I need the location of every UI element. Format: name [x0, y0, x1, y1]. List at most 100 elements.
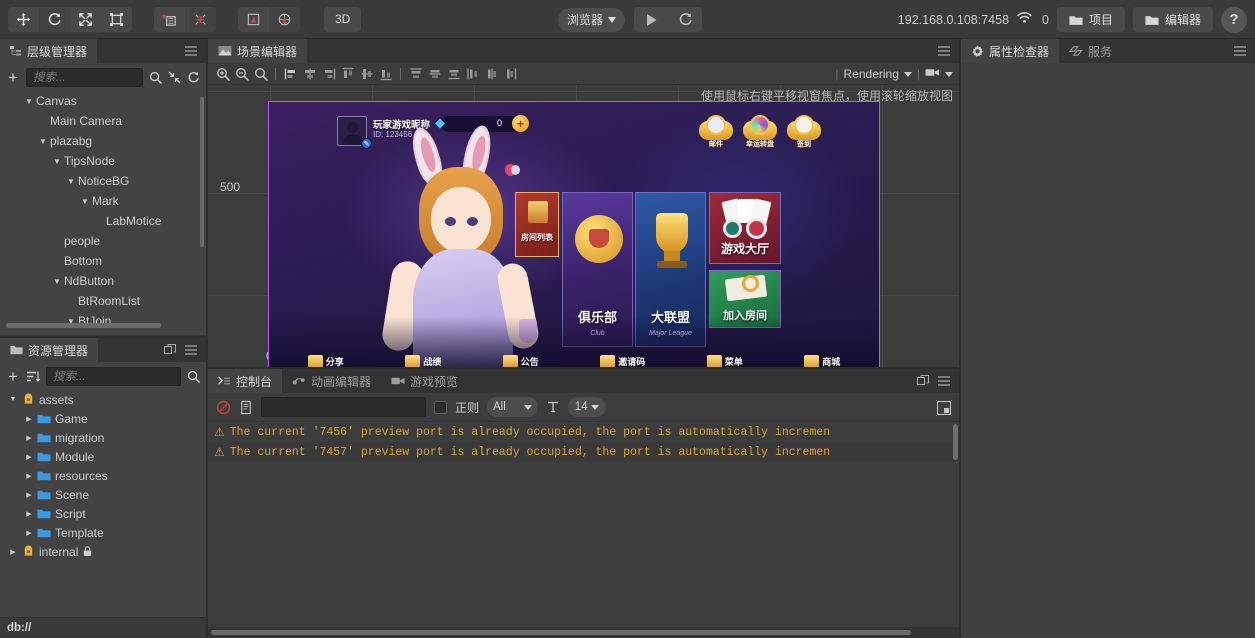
- add-asset-button[interactable]: +: [6, 368, 20, 385]
- notice-button[interactable]: 公告: [503, 355, 539, 368]
- console-vertical-scrollbar[interactable]: [953, 424, 958, 460]
- hierarchy-node[interactable]: ▼LabMotice: [0, 211, 206, 231]
- hierarchy-horizontal-scrollbar[interactable]: [6, 323, 161, 328]
- help-button[interactable]: ?: [1221, 7, 1247, 33]
- mail-icon[interactable]: 邮件: [699, 113, 733, 147]
- distribute-h-top-icon[interactable]: [407, 65, 424, 83]
- assets-popout-icon[interactable]: [164, 344, 176, 356]
- asset-item[interactable]: ▶resources: [0, 466, 206, 485]
- console-log-row[interactable]: ⚠The current '7457' preview port is alre…: [208, 442, 959, 462]
- assets-search-input[interactable]: 搜索...: [46, 367, 181, 386]
- tab-scene-editor[interactable]: 场景编辑器: [208, 39, 307, 63]
- clear-console-icon[interactable]: [216, 400, 231, 415]
- tab-console[interactable]: 控制台: [208, 369, 282, 393]
- global-coord-tool[interactable]: [269, 7, 300, 32]
- font-size-dropdown[interactable]: 14: [568, 397, 606, 417]
- invite-code-button[interactable]: 邀请码: [600, 355, 645, 368]
- align-left-icon[interactable]: [282, 65, 299, 83]
- lucky-wheel-icon[interactable]: 幸运转盘: [743, 113, 777, 147]
- console-log-row[interactable]: ⚠The current '7456' preview port is alre…: [208, 422, 959, 442]
- collapse-logs-icon[interactable]: [937, 401, 951, 415]
- hierarchy-node[interactable]: ▼plazabg: [0, 131, 206, 151]
- game-canvas-preview[interactable]: ✎ 玩家游戏昵称 ID: 123456 ◆ 0 + 邮件: [268, 101, 880, 377]
- tab-hierarchy[interactable]: 层级管理器: [0, 39, 97, 63]
- tab-services[interactable]: 服务: [1059, 39, 1122, 63]
- collapse-all-icon[interactable]: [168, 71, 181, 84]
- hierarchy-node[interactable]: ▼Mark: [0, 191, 206, 211]
- hierarchy-node[interactable]: ▼Main Camera: [0, 111, 206, 131]
- hierarchy-tree[interactable]: ▼Canvas▼Main Camera▼plazabg▼TipsNode▼Not…: [0, 91, 206, 330]
- inspector-menu-icon[interactable]: [1233, 45, 1247, 57]
- menu-button[interactable]: 菜单: [707, 355, 743, 368]
- hierarchy-node[interactable]: ▼NdButton: [0, 271, 206, 291]
- shop-button[interactable]: 商城: [804, 355, 840, 368]
- asset-item[interactable]: ▶Script: [0, 504, 206, 523]
- align-right-icon[interactable]: [320, 65, 337, 83]
- browser-select[interactable]: 浏览器: [558, 8, 625, 32]
- panel-divider-right[interactable]: [959, 39, 961, 638]
- chevron-right-icon[interactable]: ▶: [22, 491, 36, 499]
- chevron-right-icon[interactable]: ▶: [22, 453, 36, 461]
- asset-item[interactable]: ▼assets: [0, 390, 206, 409]
- distribute-h-bottom-icon[interactable]: [445, 65, 462, 83]
- scale-tool[interactable]: [70, 7, 101, 32]
- share-button[interactable]: 分享: [308, 355, 344, 368]
- regex-checkbox[interactable]: [434, 401, 447, 414]
- records-button[interactable]: 战绩: [405, 355, 441, 368]
- distribute-v-center-icon[interactable]: [483, 65, 500, 83]
- log-level-dropdown[interactable]: All: [487, 397, 538, 417]
- chevron-right-icon[interactable]: ▶: [22, 529, 36, 537]
- search-icon[interactable]: [187, 370, 200, 383]
- tab-animation-editor[interactable]: 动画编辑器: [282, 369, 381, 393]
- checkin-icon[interactable]: 签到: [787, 113, 821, 147]
- move-tool[interactable]: [8, 7, 39, 32]
- asset-item[interactable]: ▶internal: [0, 542, 206, 561]
- tab-assets[interactable]: 资源管理器: [0, 338, 98, 362]
- chevron-right-icon[interactable]: ▶: [22, 472, 36, 480]
- project-button[interactable]: 项目: [1057, 7, 1125, 32]
- add-gems-button[interactable]: +: [512, 115, 529, 132]
- mode-3d-button[interactable]: 3D: [324, 7, 361, 32]
- console-popout-icon[interactable]: [917, 375, 929, 387]
- align-middle-icon[interactable]: [358, 65, 375, 83]
- chevron-down-icon[interactable]: ▼: [6, 396, 20, 403]
- chevron-right-icon[interactable]: ▶: [22, 415, 36, 423]
- align-top-icon[interactable]: [339, 65, 356, 83]
- scene-viewport[interactable]: 使用鼠标右键平移视窗焦点，使用滚轮缩放视图 500 0 500 1,000 1,…: [208, 85, 959, 393]
- zoom-out-icon[interactable]: [233, 65, 250, 83]
- chevron-down-icon[interactable]: ▼: [50, 277, 64, 286]
- asset-item[interactable]: ▶migration: [0, 428, 206, 447]
- zoom-in-icon[interactable]: [214, 65, 231, 83]
- rendering-dropdown-label[interactable]: Rendering: [844, 67, 899, 81]
- editor-button[interactable]: 编辑器: [1133, 7, 1213, 32]
- console-filter-input[interactable]: [261, 397, 426, 417]
- panel-divider-scene-console[interactable]: [208, 367, 959, 369]
- hierarchy-node[interactable]: ▼Canvas: [0, 91, 206, 111]
- copy-log-icon[interactable]: [239, 400, 253, 415]
- chevron-down-icon[interactable]: ▼: [78, 197, 92, 206]
- chevron-down-icon[interactable]: ▼: [50, 157, 64, 166]
- hierarchy-node[interactable]: ▼BtRoomList: [0, 291, 206, 311]
- refresh-button[interactable]: [668, 7, 702, 32]
- search-icon[interactable]: [149, 71, 162, 84]
- play-button[interactable]: [634, 7, 668, 32]
- rect-transform-tool[interactable]: [101, 7, 132, 32]
- chevron-down-icon[interactable]: ▼: [64, 177, 78, 186]
- sort-assets-icon[interactable]: [26, 370, 40, 383]
- scene-menu-icon[interactable]: [937, 45, 951, 57]
- room-list-card[interactable]: 房间列表: [515, 192, 559, 257]
- rotate-tool[interactable]: [39, 7, 70, 32]
- assets-tree[interactable]: ▼assets▶Game▶migration▶Module▶resources▶…: [0, 390, 206, 618]
- asset-item[interactable]: ▶Scene: [0, 485, 206, 504]
- chevron-down-icon[interactable]: ▼: [36, 137, 50, 146]
- console-menu-icon[interactable]: [937, 375, 951, 387]
- game-lobby-card[interactable]: 游戏大厅: [709, 192, 781, 264]
- hierarchy-node[interactable]: ▼TipsNode: [0, 151, 206, 171]
- align-bottom-icon[interactable]: [377, 65, 394, 83]
- panel-divider-hierarchy-assets[interactable]: [0, 336, 206, 338]
- chevron-right-icon[interactable]: ▶: [22, 434, 36, 442]
- hierarchy-search-input[interactable]: 搜索...: [26, 68, 143, 87]
- tab-game-preview[interactable]: 游戏预览: [381, 369, 468, 393]
- hierarchy-node[interactable]: ▼Bottom: [0, 251, 206, 271]
- distribute-v-left-icon[interactable]: [464, 65, 481, 83]
